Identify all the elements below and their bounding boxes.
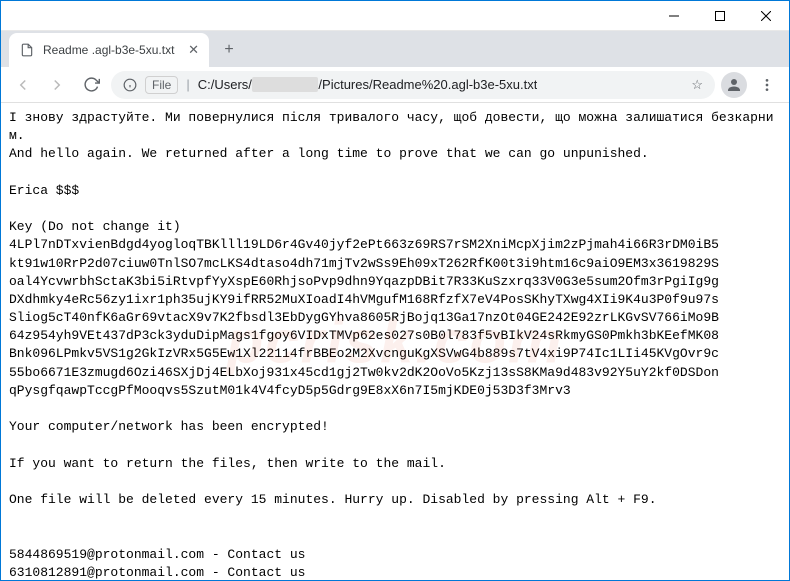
tab-strip: Readme .agl-b3e-5xu.txt ✕ +	[1, 31, 789, 67]
url-path: C:/Users/x/Pictures/Readme%20.agl-b3e-5x…	[198, 77, 538, 92]
separator: |	[186, 77, 189, 92]
window-titlebar	[1, 1, 789, 31]
browser-tab[interactable]: Readme .agl-b3e-5xu.txt ✕	[9, 33, 209, 67]
bookmark-star-icon[interactable]: ☆	[691, 77, 703, 93]
info-icon	[123, 78, 137, 92]
redacted-segment: x	[252, 77, 319, 92]
back-button[interactable]	[9, 71, 37, 99]
menu-button[interactable]	[753, 71, 781, 99]
forward-button[interactable]	[43, 71, 71, 99]
minimize-button[interactable]	[651, 1, 697, 31]
file-scheme-chip: File	[145, 76, 178, 94]
tab-title: Readme .agl-b3e-5xu.txt	[43, 43, 174, 57]
address-bar[interactable]: File | C:/Users/x/Pictures/Readme%20.agl…	[111, 71, 715, 99]
tab-close-icon[interactable]: ✕	[188, 42, 199, 58]
close-window-button[interactable]	[743, 1, 789, 31]
file-icon	[19, 42, 35, 58]
new-tab-button[interactable]: +	[215, 36, 243, 64]
maximize-button[interactable]	[697, 1, 743, 31]
toolbar: File | C:/Users/x/Pictures/Readme%20.agl…	[1, 67, 789, 103]
profile-avatar[interactable]	[721, 72, 747, 98]
content-viewport[interactable]: pcrisk.com I знову здрастуйте. Ми поверн…	[1, 103, 789, 580]
reload-button[interactable]	[77, 71, 105, 99]
text-body: I знову здрастуйте. Ми повернулися після…	[1, 103, 789, 580]
